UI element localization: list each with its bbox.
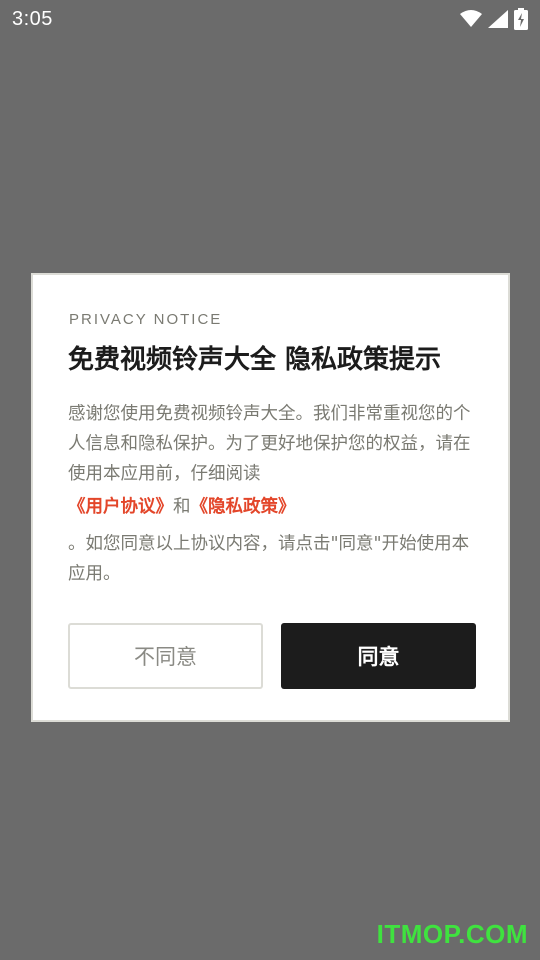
links-conjunction: 和 (173, 497, 191, 517)
dialog-eyebrow: PRIVACY NOTICE (69, 311, 223, 328)
agree-button[interactable]: 同意 (281, 623, 476, 689)
decline-button[interactable]: 不同意 (68, 623, 263, 689)
battery-icon (514, 8, 528, 30)
privacy-policy-link[interactable]: 《隐私政策》 (191, 497, 296, 517)
user-agreement-link[interactable]: 《用户协议》 (68, 497, 173, 517)
policy-links: 《用户协议》和《隐私政策》 (68, 493, 296, 518)
wifi-icon (460, 10, 482, 28)
dialog-body-intro: 感谢您使用免费视频铃声大全。我们非常重视您的个人信息和隐私保护。为了更好地保护您… (68, 404, 471, 484)
status-time: 3:05 (12, 7, 53, 30)
dialog-body-outro: 。如您同意以上协议内容，请点击"同意"开始使用本应用。 (68, 534, 470, 584)
privacy-dialog: PRIVACY NOTICE 免费视频铃声大全 隐私政策提示 感谢您使用免费视频… (31, 273, 510, 722)
status-bar: 3:05 (0, 0, 540, 38)
watermark: ITMOP.COM (376, 919, 528, 949)
signal-icon (488, 10, 508, 28)
status-icons (460, 8, 528, 30)
dialog-title: 免费视频铃声大全 隐私政策提示 (68, 345, 442, 375)
